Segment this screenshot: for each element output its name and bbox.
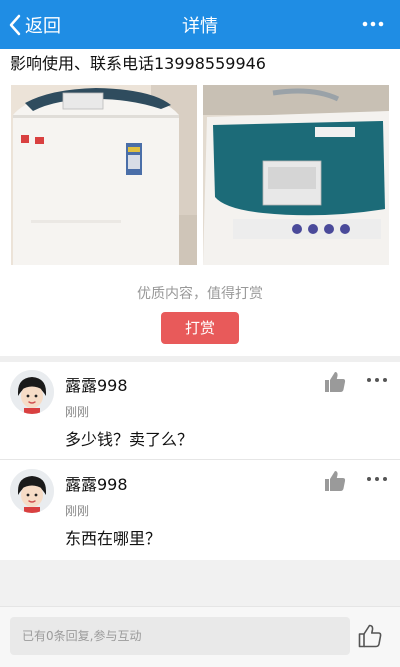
more-icon[interactable] [360,14,386,34]
comment-author[interactable]: 露露998 [65,372,128,396]
thumbs-up-icon[interactable] [357,623,383,649]
post-photo-1[interactable] [11,85,197,265]
empty-area [0,560,400,606]
comment-author[interactable]: 露露998 [65,471,128,495]
post-photo-2[interactable] [203,85,389,265]
comment-item: 露露998 刚刚 东西在哪里？ [0,461,400,559]
comment-text: 东西在哪里？ [65,529,162,548]
comment-time: 刚刚 [65,504,90,518]
post-text: 影响使用、联系电话13998559946 [10,54,266,73]
bottom-bar [0,606,400,667]
more-icon[interactable] [365,471,389,487]
avatar[interactable] [10,370,54,414]
comment-text: 多少钱？卖了么？ [65,430,194,449]
top-bar: 返回 详情 [0,0,400,49]
washing-machine-top-photo [203,85,389,265]
thumbs-up-icon[interactable] [323,469,347,493]
thumbs-up-icon[interactable] [323,370,347,394]
comment-divider [0,459,400,460]
avatar-icon [10,370,54,414]
comment-item: 露露998 刚刚 多少钱？卖了么？ [0,362,400,460]
avatar[interactable] [10,469,54,513]
reply-input[interactable] [10,617,350,655]
washing-machine-photo [11,85,197,265]
more-icon[interactable] [365,372,389,388]
reward-hint: 优质内容，值得打赏 [137,286,263,302]
page-title: 详情 [182,16,218,37]
reward-button[interactable]: 打赏 [161,312,239,344]
avatar-icon [10,469,54,513]
comment-time: 刚刚 [65,405,90,419]
